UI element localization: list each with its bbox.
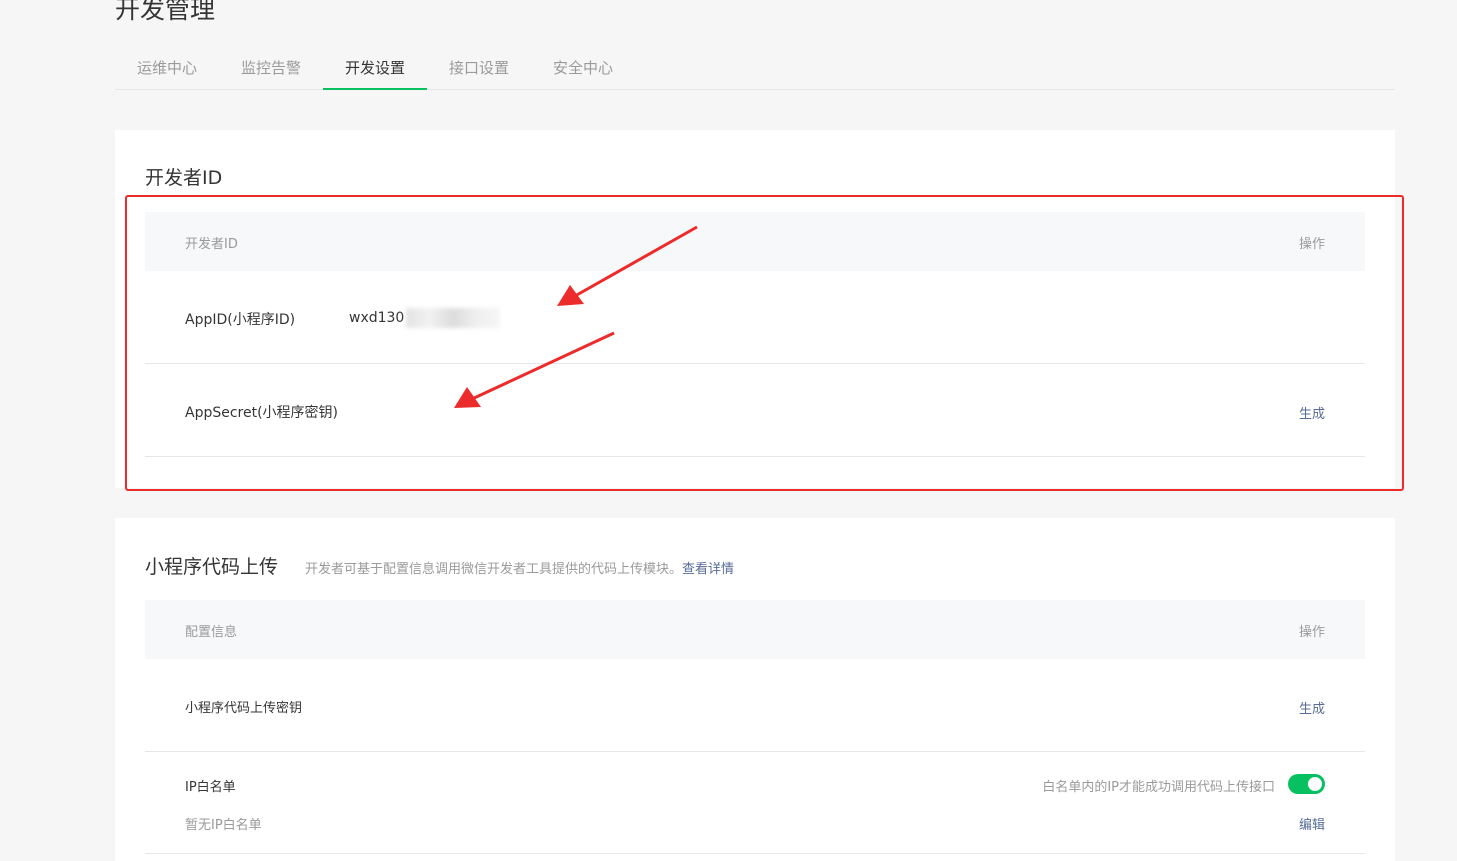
upload-key-label: 小程序代码上传密钥 (185, 701, 303, 716)
appid-value: wxd130 (349, 308, 501, 328)
ip-whitelist-label: IP白名单 (185, 780, 236, 795)
code-upload-title: 小程序代码上传 (145, 556, 279, 578)
generate-appsecret-button[interactable]: 生成 (1299, 403, 1325, 422)
ip-whitelist-note: 白名单内的IP才能成功调用代码上传接口 (1042, 780, 1275, 795)
tab-dev-settings[interactable]: 开发设置 (323, 48, 427, 90)
header-col-action: 操作 (1298, 625, 1325, 640)
tab-bar: 运维中心 监控告警 开发设置 接口设置 安全中心 (115, 48, 1395, 90)
view-details-link[interactable]: 查看详情 (682, 562, 734, 577)
ip-whitelist-toggle[interactable] (1288, 774, 1325, 794)
toggle-knob (1308, 777, 1322, 791)
tab-api-settings[interactable]: 接口设置 (427, 48, 531, 90)
header-col-action: 操作 (1298, 237, 1325, 252)
appid-label: AppID(小程序ID) (185, 312, 296, 328)
tab-security-center[interactable]: 安全中心 (531, 48, 635, 90)
developer-id-title: 开发者ID (145, 167, 223, 189)
code-upload-table-header: 配置信息 操作 (145, 600, 1365, 659)
appsecret-label: AppSecret(小程序密钥) (185, 405, 339, 421)
tab-ops-center[interactable]: 运维中心 (115, 48, 219, 90)
table-row-upload-key: 小程序代码上传密钥 生成 (145, 659, 1365, 752)
code-upload-description: 开发者可基于配置信息调用微信开发者工具提供的代码上传模块。 (305, 562, 683, 577)
developer-id-card: 开发者ID 开发者ID 操作 AppID(小程序ID) wxd130 AppSe… (115, 130, 1395, 488)
ip-whitelist-empty: 暂无IP白名单 (185, 818, 262, 833)
developer-id-table-header: 开发者ID 操作 (145, 212, 1365, 271)
table-row-ip-whitelist: IP白名单 暂无IP白名单 白名单内的IP才能成功调用代码上传接口 编辑 (145, 752, 1365, 854)
page-title: 开发管理 (115, 0, 216, 24)
table-row-appid: AppID(小程序ID) wxd130 (145, 271, 1365, 364)
generate-upload-key-button[interactable]: 生成 (1299, 698, 1325, 717)
header-col-developer-id: 开发者ID (185, 237, 238, 252)
tab-monitoring[interactable]: 监控告警 (219, 48, 323, 90)
edit-ip-whitelist-button[interactable]: 编辑 (1299, 814, 1325, 833)
code-upload-card: 小程序代码上传 开发者可基于配置信息调用微信开发者工具提供的代码上传模块。查看详… (115, 518, 1395, 861)
code-upload-subtitle: 开发者可基于配置信息调用微信开发者工具提供的代码上传模块。查看详情 (305, 558, 734, 577)
header-col-config: 配置信息 (185, 625, 238, 640)
appid-redaction (406, 308, 501, 328)
table-row-appsecret: AppSecret(小程序密钥) 生成 (145, 364, 1365, 457)
